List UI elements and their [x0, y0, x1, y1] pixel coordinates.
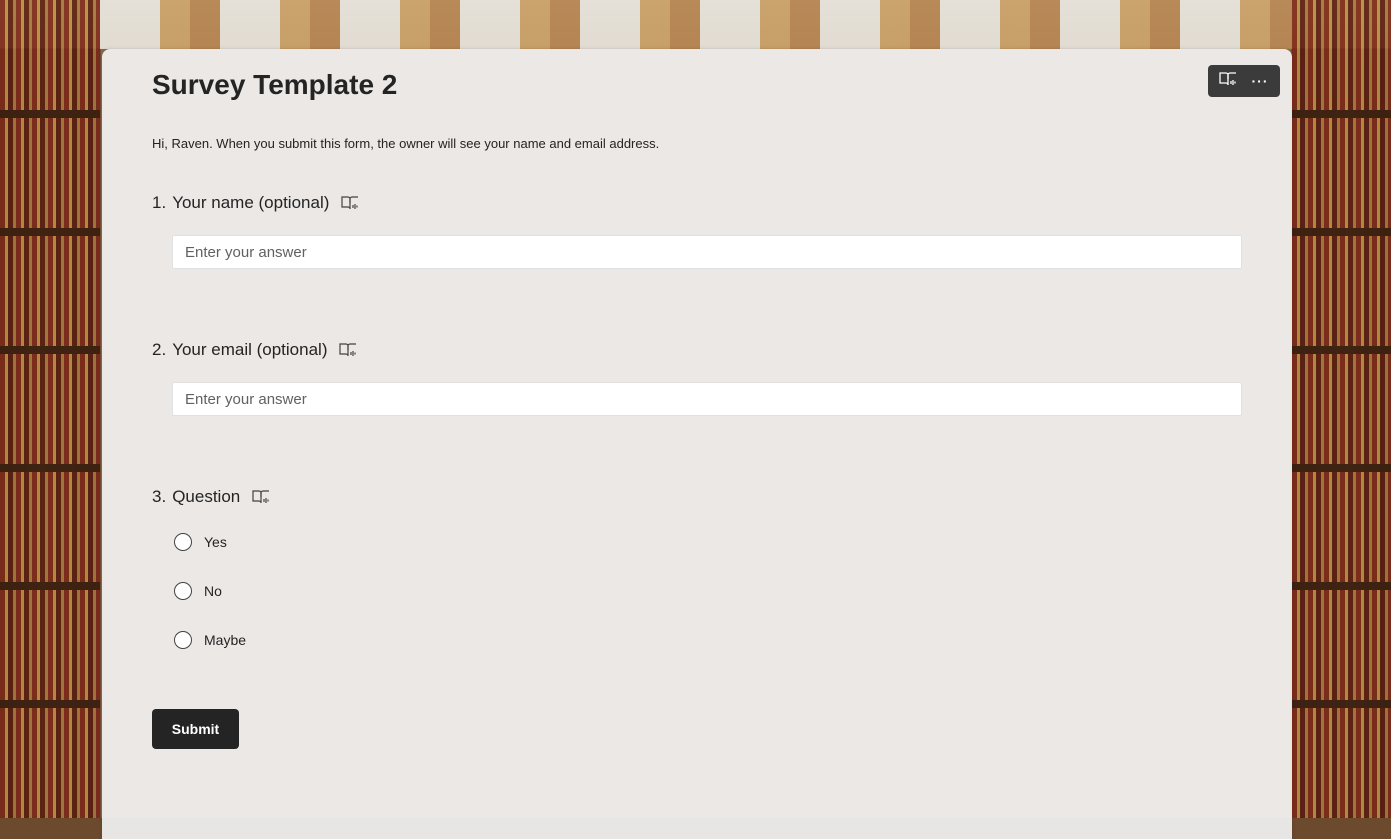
option-label: Maybe: [204, 631, 247, 648]
form-toolbar: ···: [1208, 65, 1280, 97]
immersive-reader-icon[interactable]: [252, 489, 270, 505]
question-number: 1.: [152, 193, 167, 212]
background-windows: [100, 0, 1292, 49]
radio-button[interactable]: [174, 630, 192, 649]
form-title: Survey Template 2: [152, 69, 398, 100]
radio-option-yes[interactable]: Yes: [174, 517, 1242, 566]
question-title: 2. Your email (optional): [152, 338, 1242, 362]
background-bookshelf-right: [1292, 0, 1391, 818]
radio-option-maybe[interactable]: Maybe: [174, 615, 1242, 664]
immersive-reader-icon: [1219, 71, 1237, 92]
question-number: 3.: [152, 487, 167, 506]
question-email: 2. Your email (optional): [152, 338, 1242, 416]
immersive-reader-icon[interactable]: [339, 342, 357, 358]
question-label: Your name (optional): [172, 193, 330, 212]
question-title: 1. Your name (optional): [152, 191, 1242, 215]
radio-option-no[interactable]: No: [174, 566, 1242, 615]
form-info-text: Hi, Raven. When you submit this form, th…: [152, 136, 660, 151]
question-title: 3. Question: [152, 485, 1242, 509]
immersive-reader-icon[interactable]: [341, 195, 359, 211]
radio-group: Yes No Maybe: [174, 517, 1242, 664]
submit-button[interactable]: Submit: [152, 709, 239, 749]
background-bookshelf-left: [0, 0, 100, 818]
more-options-icon: ···: [1251, 73, 1269, 89]
immersive-reader-button[interactable]: [1212, 65, 1244, 97]
question-choice: 3. Question Yes No Maybe: [152, 485, 1242, 664]
radio-button[interactable]: [174, 532, 192, 551]
question-name: 1. Your name (optional): [152, 191, 1242, 269]
form-card: ··· Survey Template 2 Hi, Raven. When yo…: [102, 49, 1292, 839]
question-label: Question: [172, 487, 241, 506]
question-number: 2.: [152, 340, 167, 359]
option-label: No: [204, 582, 222, 599]
name-answer-input[interactable]: [172, 235, 1242, 269]
question-label: Your email (optional): [172, 340, 328, 359]
radio-button[interactable]: [174, 581, 192, 600]
option-label: Yes: [204, 533, 227, 550]
email-answer-input[interactable]: [172, 382, 1242, 416]
more-options-button[interactable]: ···: [1244, 65, 1276, 97]
